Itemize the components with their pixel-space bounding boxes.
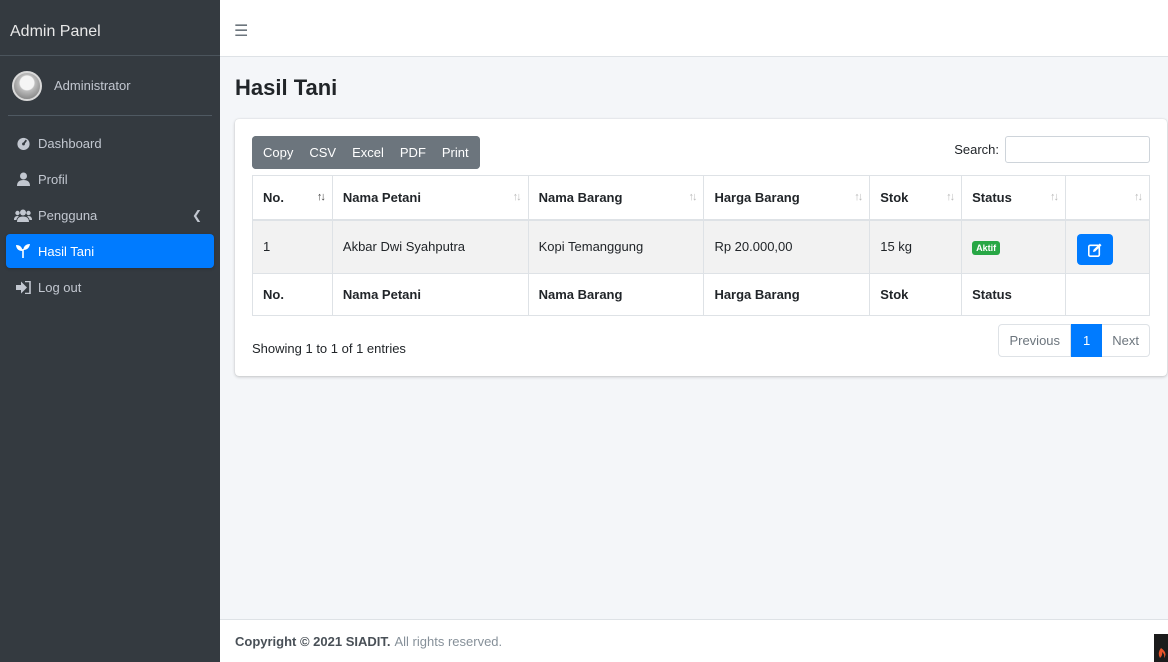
sidebar-item-hasil-tani[interactable]: Hasil Tani [6,234,214,268]
footer-cell-nama-petani: Nama Petani [331,273,529,316]
cell-nama-petani: Akbar Dwi Syahputra [331,219,529,274]
chevron-left-icon: ❮ [191,208,202,222]
sidebar: Admin Panel Administrator Dashboard Prof… [0,0,220,662]
main-footer: Copyright © 2021 SIADIT. All rights rese… [220,619,1168,662]
sort-icon: ↑↓ [854,191,863,203]
column-header-nama-barang[interactable]: Nama Barang ↑↓ [527,175,705,221]
page-title: Hasil Tani [235,75,338,100]
sidebar-item-log-out[interactable]: Log out [6,270,214,304]
pagination: Previous 1 Next [998,324,1150,357]
edit-button[interactable] [1077,234,1114,266]
sidebar-item-label: Dashboard [38,135,102,151]
hasil-tani-table: No. ↑↓ Nama Petani ↑↓ Nama Barang ↑↓ Harga … [252,175,1150,316]
page-1-button[interactable]: 1 [1071,324,1103,357]
avatar [12,70,42,101]
table-row: 1 Akbar Dwi Syahputra Kopi Temanggung Rp… [252,219,1150,274]
flame-icon [1154,634,1168,662]
export-button-group: Copy CSV Excel PDF Print [252,136,480,169]
next-page-button[interactable]: Next [1102,324,1150,357]
user-name: Administrator [54,78,131,93]
sidebar-item-label: Log out [38,279,82,295]
footer-cell-harga-barang: Harga Barang [703,273,871,316]
pdf-button[interactable]: PDF [391,136,434,169]
sort-asc-icon: ↑↓ [316,191,326,203]
column-header-no[interactable]: No. ↑↓ [252,175,333,221]
cell-no: 1 [252,219,333,274]
cell-status: Aktif [961,219,1067,274]
data-card: Copy CSV Excel PDF Print Search: No. ↑↓ N… [235,119,1167,376]
footer-copyright: Copyright © 2021 SIADIT. [235,633,391,649]
cell-harga-barang: Rp 20.000,00 [703,219,871,274]
column-header-action[interactable]: ↑↓ [1065,175,1150,221]
sidebar-nav: Dashboard Profil Pengguna ❮ Hasil Tani L… [0,126,220,304]
copy-button[interactable]: Copy [252,136,302,169]
table-info: Showing 1 to 1 of 1 entries [252,341,406,356]
users-icon [14,208,32,222]
sidebar-item-dashboard[interactable]: Dashboard [6,126,214,160]
content-wrapper: Hasil Tani Copy CSV Excel PDF Print Sear… [220,57,1168,619]
sort-icon: ↑↓ [512,191,522,203]
brand-link[interactable]: Admin Panel [0,8,220,56]
sort-icon: ↑↓ [946,191,955,203]
print-button[interactable]: Print [433,136,480,169]
search-label: Search: [954,142,999,157]
tachometer-icon [14,136,32,150]
hamburger-menu-icon[interactable]: ☰ [234,21,248,41]
edit-icon [1088,243,1102,257]
footer-cell-action [1065,273,1150,316]
sidebar-item-pengguna[interactable]: Pengguna ❮ [6,198,214,232]
column-header-stok[interactable]: Stok ↑↓ [869,175,963,221]
table-footer-row: No. Nama Petani Nama Barang Harga Barang… [252,273,1150,316]
brand-text: Admin Panel [10,22,101,40]
sidebar-item-label: Pengguna [38,207,98,223]
footer-cell-stok: Stok [869,273,963,316]
excel-button[interactable]: Excel [344,136,392,169]
column-header-harga-barang[interactable]: Harga Barang ↑↓ [703,175,871,221]
sort-icon: ↑↓ [688,191,697,203]
sign-out-icon [14,280,32,294]
column-header-nama-petani[interactable]: Nama Petani ↑↓ [331,175,529,221]
cell-nama-barang: Kopi Temanggung [527,219,705,274]
csv-button[interactable]: CSV [301,136,345,169]
footer-cell-no: No. [252,273,333,316]
table-header-row: No. ↑↓ Nama Petani ↑↓ Nama Barang ↑↓ Harga … [252,175,1150,221]
previous-page-button[interactable]: Previous [998,324,1072,357]
footer-cell-nama-barang: Nama Barang [527,273,705,316]
user-icon [14,172,32,186]
sort-icon: ↑↓ [1050,191,1059,203]
user-panel[interactable]: Administrator [8,56,212,116]
sidebar-item-label: Profil [38,171,68,187]
cell-action [1065,219,1150,274]
footer-text: All rights reserved. [394,633,503,649]
column-header-status[interactable]: Status ↑↓ [961,175,1067,221]
sort-icon: ↑↓ [1134,191,1143,203]
status-badge: Aktif [972,240,1001,255]
sidebar-item-profil[interactable]: Profil [6,162,214,196]
search-input[interactable] [1005,136,1150,163]
cell-stok: 15 kg [869,219,963,274]
sidebar-item-label: Hasil Tani [38,243,95,259]
seedling-icon [14,244,32,258]
top-navbar: ☰ [220,0,1168,57]
footer-cell-status: Status [961,273,1067,316]
search-filter: Search: [954,136,1150,163]
